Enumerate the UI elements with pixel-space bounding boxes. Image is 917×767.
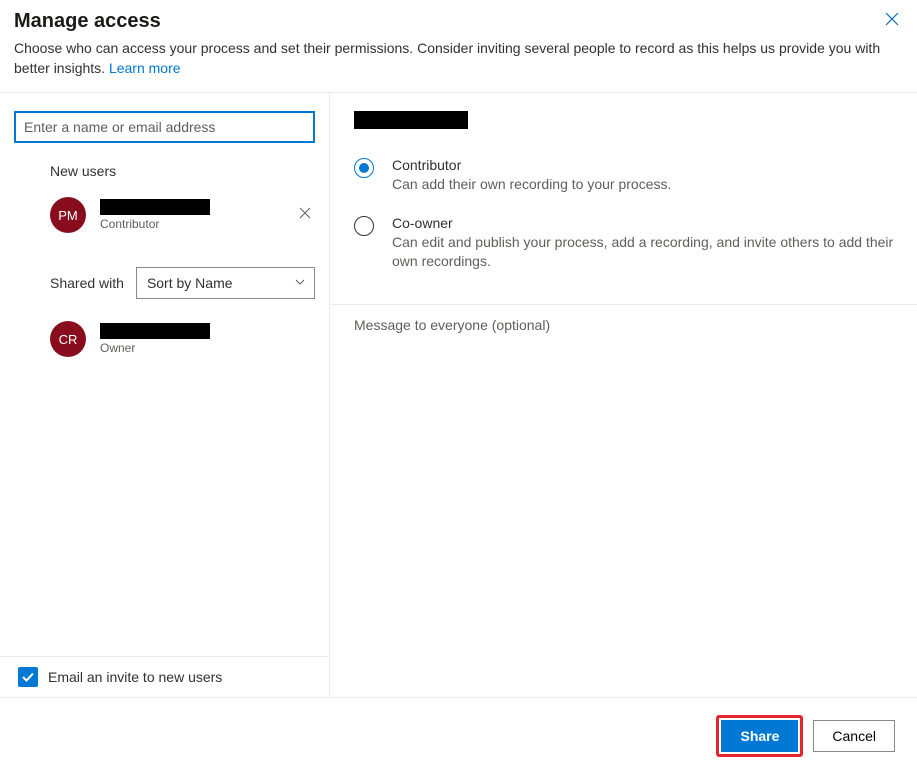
email-invite-label: Email an invite to new users xyxy=(48,669,222,685)
dialog-title: Manage access xyxy=(14,10,903,33)
new-users-label: New users xyxy=(0,163,329,193)
user-role: Contributor xyxy=(100,217,295,231)
sort-dropdown[interactable]: Sort by Name xyxy=(136,267,315,299)
dialog-subtitle: Choose who can access your process and s… xyxy=(14,39,894,78)
avatar: PM xyxy=(50,197,86,233)
message-textarea[interactable]: Message to everyone (optional) xyxy=(330,305,917,333)
left-panel: New users PM Contributor Shared with Sor… xyxy=(0,93,330,697)
selected-user-name-redacted xyxy=(354,111,468,129)
avatar: CR xyxy=(50,321,86,357)
new-user-row: PM Contributor xyxy=(0,193,329,237)
close-button[interactable] xyxy=(885,12,899,31)
radio-coowner[interactable] xyxy=(354,216,374,236)
permission-desc: Can edit and publish your process, add a… xyxy=(392,233,905,272)
close-icon xyxy=(299,207,311,219)
user-name-redacted xyxy=(100,323,210,339)
radio-contributor[interactable] xyxy=(354,158,374,178)
permission-label: Co-owner xyxy=(392,215,905,231)
permission-desc: Can add their own recording to your proc… xyxy=(392,175,671,195)
email-invite-checkbox[interactable] xyxy=(18,667,38,687)
close-icon xyxy=(885,12,899,26)
shared-user-row: CR Owner xyxy=(0,317,329,361)
user-search-input[interactable] xyxy=(14,111,315,143)
share-button[interactable]: Share xyxy=(721,720,798,752)
user-role: Owner xyxy=(100,341,315,355)
chevron-down-icon xyxy=(294,275,306,291)
permission-label: Contributor xyxy=(392,157,671,173)
permission-option-contributor[interactable]: Contributor Can add their own recording … xyxy=(330,157,917,215)
check-icon xyxy=(21,670,35,684)
permission-option-coowner[interactable]: Co-owner Can edit and publish your proce… xyxy=(330,215,917,292)
cancel-button[interactable]: Cancel xyxy=(813,720,895,752)
remove-user-button[interactable] xyxy=(295,202,315,228)
share-highlight: Share xyxy=(716,715,803,757)
shared-with-label: Shared with xyxy=(50,275,124,291)
right-panel: Contributor Can add their own recording … xyxy=(330,93,917,697)
learn-more-link[interactable]: Learn more xyxy=(109,60,181,76)
user-name-redacted xyxy=(100,199,210,215)
